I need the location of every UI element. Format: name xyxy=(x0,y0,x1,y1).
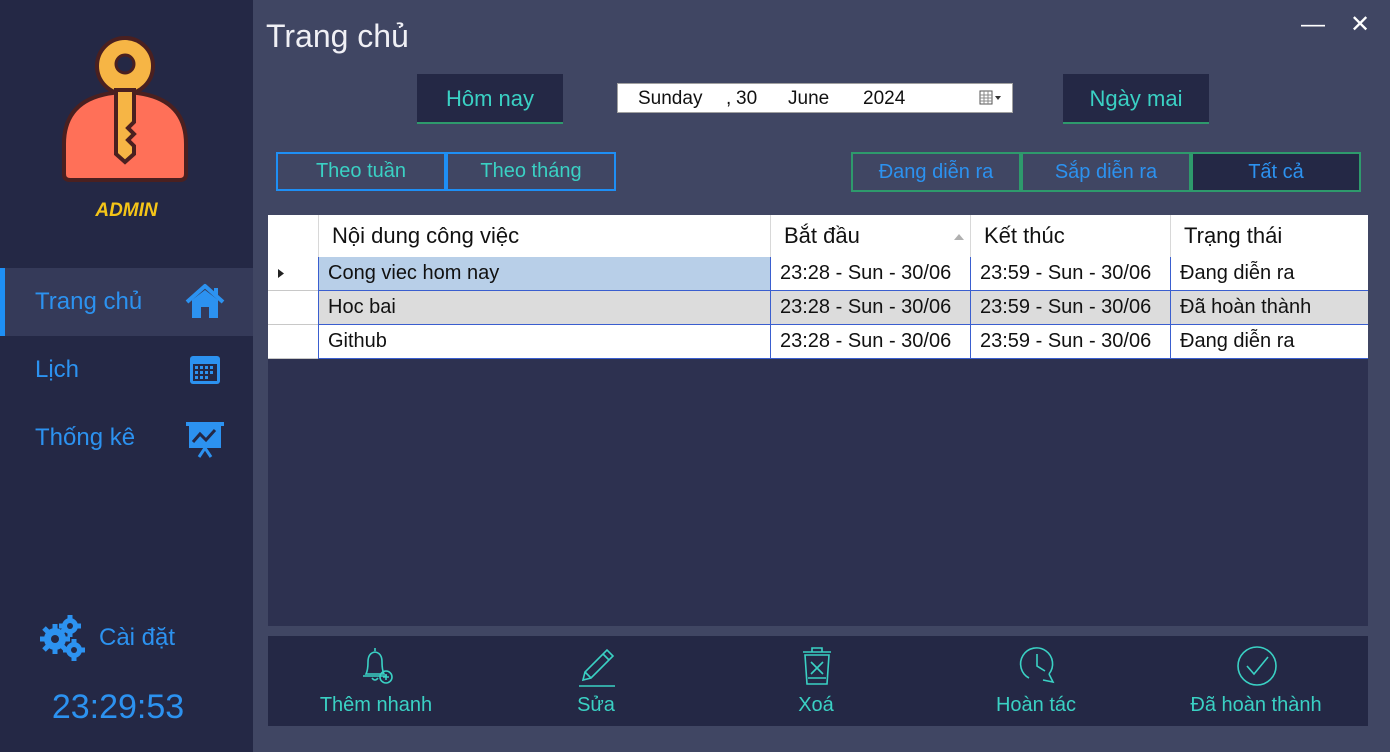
calendar-dropdown-icon[interactable] xyxy=(978,89,1008,107)
cell-status[interactable]: Đang diễn ra xyxy=(1170,257,1368,291)
clock: 23:29:53 xyxy=(51,688,185,726)
sidebar-item-calendar[interactable]: Lịch xyxy=(0,336,253,404)
date-month[interactable]: June xyxy=(788,88,829,110)
row-header[interactable] xyxy=(268,257,318,291)
trash-icon xyxy=(803,647,831,685)
date-picker[interactable]: Sunday , 30 June 2024 xyxy=(617,83,1013,113)
cell-status[interactable]: Đang diễn ra xyxy=(1170,325,1368,359)
cell-start[interactable]: 23:28 - Sun - 30/06 xyxy=(770,291,970,325)
cell-content[interactable]: Hoc bai xyxy=(318,291,770,325)
cell-status[interactable]: Đã hoàn thành xyxy=(1170,291,1368,325)
column-header-status[interactable]: Trạng thái xyxy=(1170,215,1368,257)
check-circle-icon xyxy=(1237,646,1277,686)
cell-content[interactable]: Github xyxy=(318,325,770,359)
settings-button[interactable]: Cài đặt xyxy=(38,612,208,664)
action-toolbar: Thêm nhanh Sửa Xoá Hoàn tác Đã hoàn thàn… xyxy=(268,636,1368,726)
delete-label: Xoá xyxy=(798,694,834,716)
quick-add-button[interactable]: Thêm nhanh xyxy=(276,636,476,726)
date-separator: , xyxy=(726,88,732,109)
bell-plus-icon xyxy=(363,648,393,684)
edit-button[interactable]: Sửa xyxy=(496,636,696,726)
cell-end[interactable]: 23:59 - Sun - 30/06 xyxy=(970,325,1170,359)
sidebar-item-label: Lịch xyxy=(35,356,80,383)
sidebar-item-home[interactable]: Trang chủ xyxy=(0,268,253,336)
date-year[interactable]: 2024 xyxy=(863,88,905,110)
active-indicator xyxy=(0,268,5,336)
close-button[interactable]: ✕ xyxy=(1345,10,1375,40)
key-person-icon xyxy=(62,36,188,182)
cell-content[interactable]: Cong viec hom nay xyxy=(318,257,770,291)
page-title: Trang chủ xyxy=(266,18,409,54)
date-weekday[interactable]: Sunday xyxy=(638,88,702,110)
home-icon xyxy=(185,284,225,318)
table-row[interactable]: Cong viec hom nay 23:28 - Sun - 30/06 23… xyxy=(268,257,1368,291)
date-day[interactable]: 30 xyxy=(736,88,757,110)
undo-button[interactable]: Hoàn tác xyxy=(936,636,1136,726)
cell-start[interactable]: 23:28 - Sun - 30/06 xyxy=(770,325,970,359)
pencil-icon xyxy=(579,648,615,687)
quick-add-label: Thêm nhanh xyxy=(319,694,433,716)
sidebar-item-statistics[interactable]: Thống kê xyxy=(0,404,253,472)
gears-icon xyxy=(40,615,85,661)
row-header[interactable] xyxy=(268,291,318,325)
task-table: Nội dung công việc Bắt đầu Kết thúc Trạn… xyxy=(268,215,1368,626)
tab-week[interactable]: Theo tuần xyxy=(276,152,446,191)
today-button[interactable]: Hôm nay xyxy=(417,74,563,124)
column-header-content[interactable]: Nội dung công việc xyxy=(318,215,770,257)
edit-label: Sửa xyxy=(577,694,615,716)
mark-done-label: Đã hoàn thành xyxy=(1190,694,1322,716)
sidebar: ADMIN Trang chủ Lịch Thống kê Cài đặt 23… xyxy=(0,0,253,752)
undo-label: Hoàn tác xyxy=(995,694,1077,716)
sidebar-item-label: Thống kê xyxy=(35,424,136,451)
filter-ongoing[interactable]: Đang diễn ra xyxy=(851,152,1021,192)
filter-all[interactable]: Tất cả xyxy=(1191,152,1361,192)
table-row[interactable]: Hoc bai 23:28 - Sun - 30/06 23:59 - Sun … xyxy=(268,291,1368,325)
row-header[interactable] xyxy=(268,325,318,359)
minimize-button[interactable]: — xyxy=(1298,10,1328,40)
sort-ascending-icon xyxy=(954,234,964,240)
filter-upcoming[interactable]: Sắp diễn ra xyxy=(1021,152,1191,192)
cell-end[interactable]: 23:59 - Sun - 30/06 xyxy=(970,291,1170,325)
user-role-label: ADMIN xyxy=(95,200,158,221)
sidebar-item-label: Trang chủ xyxy=(35,288,143,315)
settings-label: Cài đặt xyxy=(99,624,176,651)
current-row-icon xyxy=(278,269,284,278)
tomorrow-button[interactable]: Ngày mai xyxy=(1063,74,1209,124)
delete-button[interactable]: Xoá xyxy=(716,636,916,726)
tab-month[interactable]: Theo tháng xyxy=(446,152,616,191)
cell-end[interactable]: 23:59 - Sun - 30/06 xyxy=(970,257,1170,291)
clock-undo-icon xyxy=(1019,647,1055,684)
table-row[interactable]: Github 23:28 - Sun - 30/06 23:59 - Sun -… xyxy=(268,325,1368,359)
cell-start[interactable]: 23:28 - Sun - 30/06 xyxy=(770,257,970,291)
column-header-end[interactable]: Kết thúc xyxy=(970,215,1170,257)
presentation-chart-icon xyxy=(186,422,224,458)
column-header-start[interactable]: Bắt đầu xyxy=(770,215,970,257)
mark-done-button[interactable]: Đã hoàn thành xyxy=(1156,636,1356,726)
table-header: Nội dung công việc Bắt đầu Kết thúc Trạn… xyxy=(268,215,1368,257)
calendar-icon xyxy=(190,356,220,384)
